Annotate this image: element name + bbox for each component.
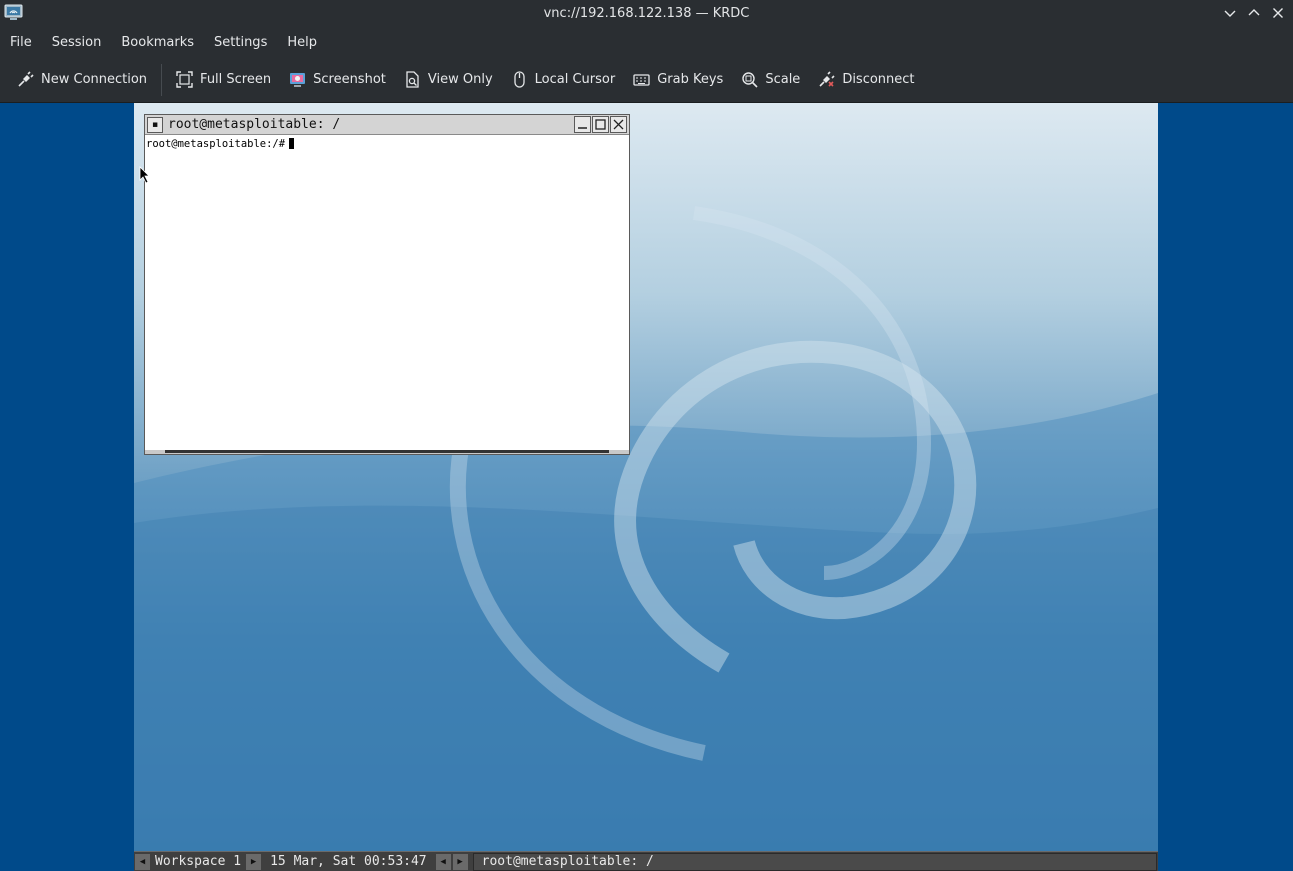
window-titlebar: vnc://192.168.122.138 — KRDC [0, 0, 1293, 27]
close-icon[interactable] [1267, 3, 1289, 23]
mouse-icon [513, 71, 525, 88]
xterm-window[interactable]: ▪ root@metasploitable: / root@metasploit… [144, 114, 630, 455]
view-only-button[interactable]: View Only [395, 64, 502, 96]
xterm-minimize-icon[interactable] [574, 116, 591, 133]
grab-keys-label: Grab Keys [657, 72, 724, 87]
prev-task-icon[interactable]: ◀ [435, 853, 451, 870]
mouse-pointer-icon [139, 166, 150, 184]
workspace-name[interactable]: Workspace 1 [151, 854, 245, 869]
full-screen-button[interactable]: Full Screen [167, 64, 280, 96]
prev-workspace-icon[interactable]: ◀ [135, 853, 150, 870]
toolbar-separator [161, 63, 163, 96]
taskbar-item-xterm[interactable]: root@metasploitable: / [472, 852, 1157, 871]
taskbar-item-label: root@metasploitable: / [481, 854, 654, 869]
menu-help[interactable]: Help [277, 35, 327, 50]
menu-settings[interactable]: Settings [204, 35, 277, 50]
clock: 15 Mar, Sat 00:53:47 [270, 854, 427, 869]
main-toolbar: New Connection Full Screen Screenshot Vi… [0, 57, 1293, 103]
screenshot-label: Screenshot [313, 72, 386, 87]
view-only-label: View Only [427, 72, 493, 87]
fullscreen-icon [176, 71, 193, 88]
scrollbar-thumb[interactable] [165, 450, 609, 453]
disconnect-button[interactable]: Disconnect [809, 64, 923, 96]
text-cursor [289, 138, 295, 149]
minimize-icon[interactable] [1219, 3, 1241, 23]
xterm-title: root@metasploitable: / [168, 117, 341, 132]
next-task-icon[interactable]: ▶ [452, 853, 468, 870]
plug-icon [18, 71, 34, 87]
screenshot-icon [290, 73, 306, 87]
krdc-app-icon [4, 4, 23, 20]
new-connection-button[interactable]: New Connection [8, 64, 156, 96]
remote-taskbar: ◀ Workspace 1 ▶ 15 Mar, Sat 00:53:47 ◀ ▶… [134, 851, 1158, 871]
new-connection-label: New Connection [41, 72, 148, 87]
shell-prompt: root@metasploitable:/# [146, 138, 286, 150]
menu-session[interactable]: Session [42, 35, 112, 50]
terminal-output[interactable]: root@metasploitable:/# [145, 135, 629, 448]
xterm-scrollbar[interactable] [145, 450, 629, 454]
disconnect-icon [819, 71, 835, 87]
view-only-icon [406, 71, 419, 88]
disconnect-label: Disconnect [842, 72, 915, 87]
zoom-icon [742, 72, 758, 88]
grab-keys-button[interactable]: Grab Keys [624, 64, 732, 96]
remote-desktop[interactable]: ▪ root@metasploitable: / root@metasploit… [134, 103, 1158, 871]
xterm-maximize-icon[interactable] [592, 116, 609, 133]
next-workspace-icon[interactable]: ▶ [246, 853, 262, 870]
local-cursor-button[interactable]: Local Cursor [502, 64, 625, 96]
xterm-titlebar[interactable]: ▪ root@metasploitable: / [145, 115, 629, 135]
window-title: vnc://192.168.122.138 — KRDC [543, 6, 750, 21]
menu-file[interactable]: File [0, 35, 42, 50]
screenshot-button[interactable]: Screenshot [280, 64, 395, 96]
keyboard-icon [633, 74, 650, 86]
menubar: File Session Bookmarks Settings Help [0, 27, 1293, 57]
window-menu-icon[interactable]: ▪ [147, 116, 163, 133]
scale-button[interactable]: Scale [732, 64, 809, 96]
full-screen-label: Full Screen [200, 72, 272, 87]
scale-label: Scale [765, 72, 801, 87]
vnc-viewport[interactable]: ▪ root@metasploitable: / root@metasploit… [0, 103, 1293, 871]
menu-bookmarks[interactable]: Bookmarks [111, 35, 204, 50]
xterm-close-icon[interactable] [610, 116, 627, 133]
local-cursor-label: Local Cursor [534, 72, 616, 87]
maximize-icon[interactable] [1243, 3, 1265, 23]
